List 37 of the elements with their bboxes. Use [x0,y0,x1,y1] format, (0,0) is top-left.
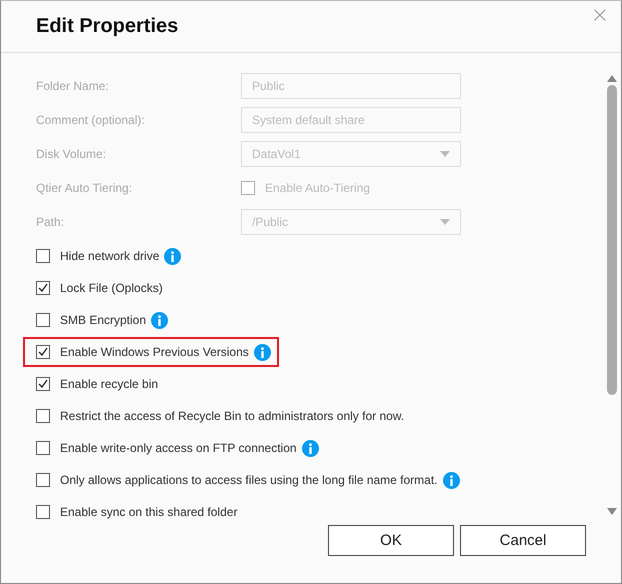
dialog-button[interactable]: Cancel [460,525,586,556]
dialog-button[interactable]: OK [328,525,454,556]
checkbox[interactable] [36,377,50,391]
field-label: Folder Name: [36,79,110,93]
field-label: Qtier Auto Tiering: [36,181,134,195]
info-icon[interactable] [254,344,271,360]
checkbox[interactable] [36,281,50,295]
dialog-title: Edit Properties [36,15,178,38]
field-label: Disk Volume: [36,147,108,161]
checkbox-label: Restrict the access of Recycle Bin to administrators only for now. [60,409,404,423]
info-icon[interactable] [164,248,182,264]
checkbox-label: Enable write-only access on FTP connection [60,441,297,455]
checkbox-label: Hide network drive [60,249,160,263]
field-label: Comment (optional): [36,113,146,127]
checkbox[interactable] [36,313,50,327]
field-label: Path: [36,215,66,229]
checkbox[interactable] [36,473,50,487]
checkbox-label: Enable Auto-Tiering [265,181,370,195]
checkbox-label: Enable sync on this shared folder [60,505,238,519]
checkbox-label: Only allows applications to access files using the long file name format. [60,473,438,487]
info-icon[interactable] [442,472,460,488]
scroll-down-icon[interactable] [607,508,617,515]
close-button[interactable]: × [586,5,613,27]
checkbox-label: Enable recycle bin [60,377,158,391]
caret-icon [440,219,450,225]
scroll-up-icon[interactable] [607,75,617,82]
info-icon[interactable] [151,312,168,328]
checkbox[interactable] [36,249,50,263]
checkbox[interactable] [36,441,50,455]
checkbox-label: Lock File (Oplocks) [60,281,163,295]
info-icon[interactable] [302,440,319,456]
checkbox[interactable] [36,409,50,423]
checkbox[interactable] [36,345,50,359]
checkbox-label: Enable Windows Previous Versions [60,345,249,359]
checkbox-label: SMB Encryption [60,313,146,327]
caret-icon [440,151,450,157]
checkbox[interactable] [36,505,50,519]
